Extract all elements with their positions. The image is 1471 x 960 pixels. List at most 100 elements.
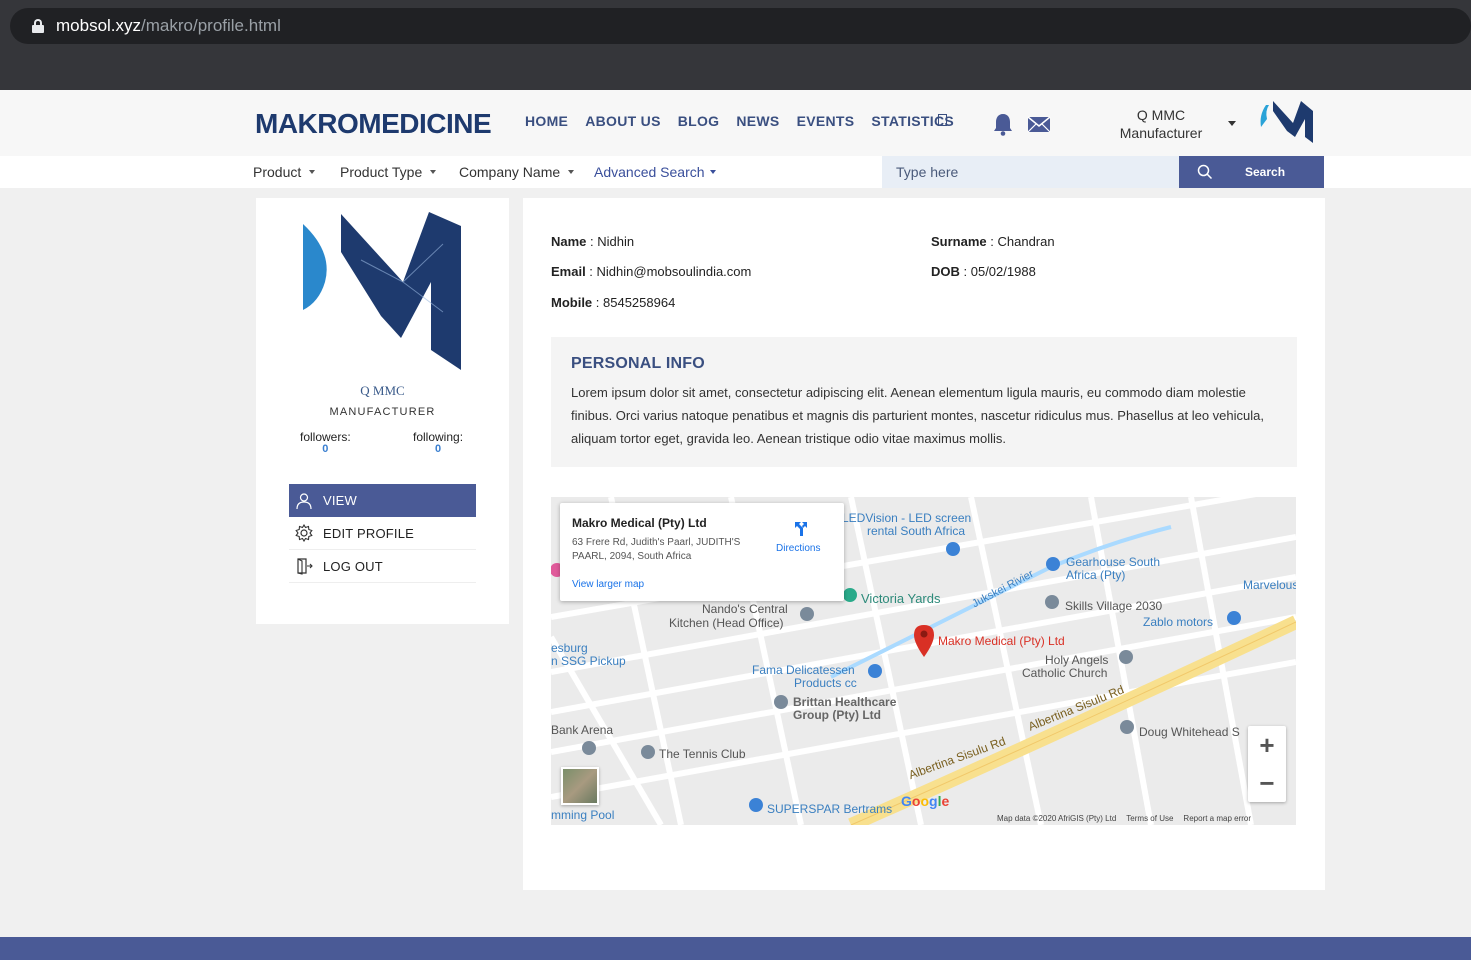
chevron-down-icon bbox=[709, 170, 716, 174]
satellite-toggle[interactable] bbox=[561, 767, 599, 805]
personal-info-text: Lorem ipsum dolor sit amet, consectetur … bbox=[571, 385, 1264, 446]
popup-title: Makro Medical (Pty) Ltd bbox=[572, 516, 707, 530]
chevron-down-icon bbox=[430, 170, 437, 174]
menu-edit-profile[interactable]: EDIT PROFILE bbox=[289, 517, 476, 550]
nav-more-icon[interactable] bbox=[938, 114, 947, 126]
map-label-bank-arena: Bank Arena bbox=[551, 723, 614, 737]
main-nav: HOME ABOUT US BLOG NEWS EVENTS STATISTIC… bbox=[525, 113, 971, 129]
bell-icon[interactable] bbox=[992, 112, 1014, 136]
site-footer bbox=[0, 937, 1471, 960]
chevron-down-icon[interactable] bbox=[1228, 121, 1236, 126]
menu-log-out[interactable]: LOG OUT bbox=[289, 550, 476, 583]
followers-count: 0 bbox=[322, 443, 329, 455]
profile-logo bbox=[303, 212, 461, 370]
map-label-brittan: Brittan Healthcare bbox=[793, 695, 897, 709]
filter-bar: Product Product Type Company Name Advanc… bbox=[0, 156, 1471, 188]
map-label-pool: mming Pool bbox=[551, 808, 615, 822]
google-logo: Google bbox=[901, 793, 950, 809]
url-text[interactable]: mobsol.xyz/makro/profile.html bbox=[56, 16, 281, 36]
nav-blog[interactable]: BLOG bbox=[678, 113, 720, 129]
following-count: 0 bbox=[434, 443, 442, 455]
nav-events[interactable]: EVENTS bbox=[797, 113, 855, 129]
map-label-ledvision-2: rental South Africa bbox=[867, 524, 966, 538]
site-logo[interactable]: MAKRO MEDICINE bbox=[255, 108, 492, 140]
filter-product-type[interactable]: Product Type bbox=[340, 164, 437, 180]
mail-icon[interactable] bbox=[1027, 116, 1051, 133]
browser-toolbar: mobsol.xyz/makro/profile.html bbox=[0, 0, 1471, 90]
field-mobile: Mobile : 8545258964 bbox=[551, 295, 676, 310]
map-label-superspar: SUPERSPAR Bertrams bbox=[767, 802, 893, 816]
map-label-zablo: Zablo motors bbox=[1143, 615, 1214, 629]
field-surname: Surname : Chandran bbox=[931, 234, 1055, 249]
field-name: Name : Nidhin bbox=[551, 234, 635, 249]
site-header: MAKRO MEDICINE HOME ABOUT US BLOG NEWS EV… bbox=[0, 90, 1471, 156]
followers-label: followers: bbox=[300, 430, 351, 444]
logo-text-makro: MAKRO bbox=[255, 108, 359, 139]
gear-icon bbox=[295, 524, 313, 542]
filter-advanced-search[interactable]: Advanced Search bbox=[594, 164, 716, 180]
map-label-skills-village: Skills Village 2030 bbox=[1065, 599, 1163, 613]
user-role: Manufacturer bbox=[1119, 125, 1203, 141]
map-label-ledvision: LEDVision - LED screen bbox=[842, 511, 972, 525]
map-label-brittan-2: Group (Pty) Ltd bbox=[793, 708, 881, 722]
nav-news[interactable]: NEWS bbox=[736, 113, 779, 129]
address-bar[interactable]: mobsol.xyz/makro/profile.html bbox=[10, 8, 1471, 44]
logout-icon bbox=[297, 558, 313, 575]
chevron-down-icon bbox=[309, 170, 316, 174]
lock-icon[interactable] bbox=[32, 19, 44, 33]
map-info-popup: Makro Medical (Pty) Ltd 63 Frere Rd, Jud… bbox=[560, 503, 844, 601]
map-data-credit: Map data ©2020 AfriGIS (Pty) Ltd bbox=[997, 814, 1117, 823]
search-icon bbox=[1197, 164, 1213, 180]
map-label-marvelous: Marvelous A bbox=[1243, 578, 1296, 592]
map-label-holy-angels-2: Catholic Church bbox=[1022, 666, 1108, 680]
menu-view[interactable]: VIEW bbox=[289, 484, 476, 517]
search-button[interactable]: Search bbox=[1179, 156, 1324, 188]
map-label-holy-angels: Holy Angels bbox=[1045, 653, 1109, 667]
map-label-doug-whitehead: Doug Whitehead S bbox=[1139, 725, 1240, 739]
map-footer: Map data ©2020 AfriGIS (Pty) Ltd Terms o… bbox=[997, 814, 1251, 823]
directions-icon[interactable] bbox=[792, 519, 810, 537]
search-input[interactable] bbox=[882, 156, 1179, 188]
map-label-fama: Fama Delicatessen bbox=[752, 663, 855, 677]
popup-address: 63 Frere Rd, Judith's Paarl, JUDITH'S PA… bbox=[572, 537, 741, 562]
nav-home[interactable]: HOME bbox=[525, 113, 568, 129]
user-menu[interactable]: Q MMC Manufacturer bbox=[1105, 106, 1217, 142]
user-icon bbox=[296, 492, 312, 509]
map-label-nandos-2: Kitchen (Head Office) bbox=[669, 616, 784, 630]
map-label-ssg: n SSG Pickup bbox=[551, 654, 626, 668]
search-button-label: Search bbox=[1245, 165, 1286, 179]
profile-name: Q MMC bbox=[360, 383, 405, 398]
zoom-out-button[interactable]: − bbox=[1248, 764, 1286, 802]
map-label-nandos: Nando's Central bbox=[702, 602, 788, 616]
user-name: Q MMC bbox=[1136, 107, 1186, 123]
following-label: following: bbox=[413, 430, 464, 444]
profile-menu: VIEW EDIT PROFILE LOG OUT bbox=[289, 484, 476, 583]
map-label-victoria-yards: Victoria Yards bbox=[861, 591, 941, 606]
map-terms-link[interactable]: Terms of Use bbox=[1126, 814, 1173, 823]
zoom-controls: + − bbox=[1248, 726, 1286, 802]
location-map[interactable]: LEDVision - LED screen rental South Afri… bbox=[551, 497, 1296, 825]
map-report-link[interactable]: Report a map error bbox=[1183, 814, 1251, 823]
personal-info-box: PERSONAL INFO Lorem ipsum dolor sit amet… bbox=[551, 337, 1297, 467]
map-label-makro-medical: Makro Medical (Pty) Ltd bbox=[938, 634, 1065, 648]
directions-link[interactable]: Directions bbox=[776, 543, 820, 554]
profile-sidebar: Q MMC MANUFACTURER followers: 0 followin… bbox=[256, 198, 509, 624]
map-label-tennis-club: The Tennis Club bbox=[659, 747, 746, 761]
view-larger-map-link[interactable]: View larger map bbox=[572, 579, 644, 590]
filter-company-name[interactable]: Company Name bbox=[459, 164, 575, 180]
logo-text-medicine: MEDICINE bbox=[358, 108, 492, 139]
followers-stat[interactable]: followers: 0 bbox=[300, 430, 351, 455]
profile-details: Name : Nidhin Surname : Chandran Email :… bbox=[523, 198, 1325, 890]
following-stat[interactable]: following: 0 bbox=[413, 430, 463, 455]
zoom-in-button[interactable]: + bbox=[1248, 726, 1286, 764]
filter-product[interactable]: Product bbox=[253, 164, 316, 180]
map-label-gearhouse: Gearhouse South bbox=[1066, 555, 1161, 569]
map-label-sburg: esburg bbox=[551, 641, 588, 655]
personal-info-title: PERSONAL INFO bbox=[571, 355, 705, 372]
field-email: Email : Nidhin@mobsoulindia.com bbox=[551, 264, 752, 279]
map-label-fama-2: Products cc bbox=[794, 676, 857, 690]
chevron-down-icon bbox=[568, 170, 575, 174]
avatar[interactable] bbox=[1257, 97, 1315, 143]
nav-about-us[interactable]: ABOUT US bbox=[585, 113, 661, 129]
profile-role: MANUFACTURER bbox=[329, 406, 436, 418]
